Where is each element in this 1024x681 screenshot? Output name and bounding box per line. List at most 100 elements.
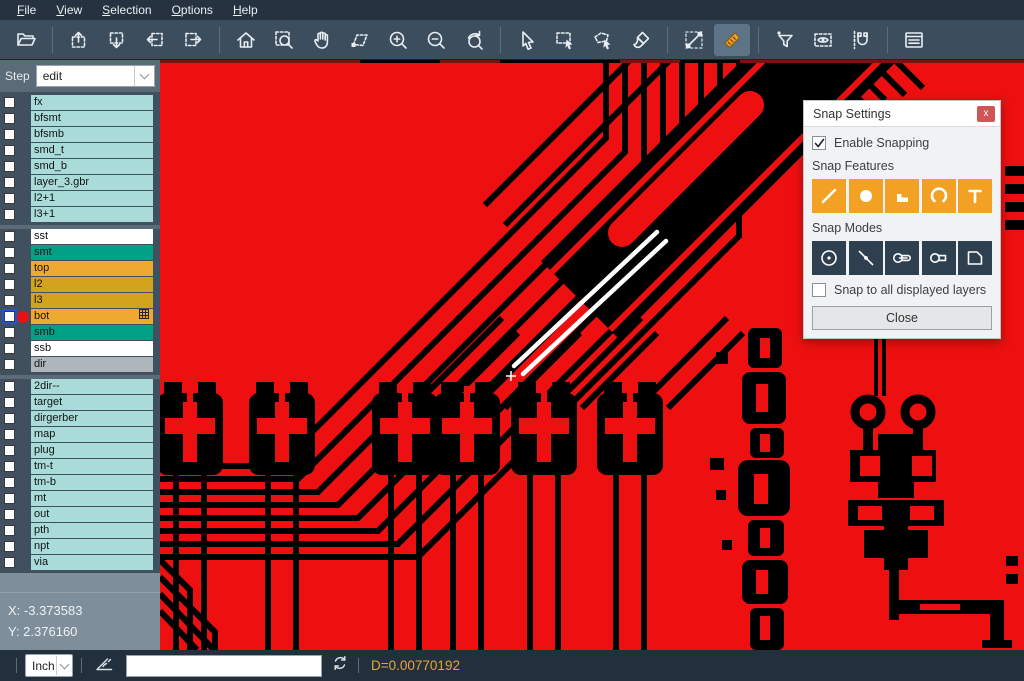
layer-label[interactable]: bfsmb — [31, 127, 153, 142]
select-button[interactable] — [509, 24, 545, 56]
snap-feature-circle-button[interactable] — [849, 179, 883, 213]
layer-checkbox[interactable] — [4, 493, 15, 504]
layer-checkbox[interactable] — [4, 311, 15, 322]
layer-label[interactable]: top — [31, 261, 153, 276]
layer-label[interactable]: pth — [31, 523, 153, 538]
layer-checkbox[interactable] — [4, 429, 15, 440]
layer-checkbox[interactable] — [4, 209, 15, 220]
measure-ruler-button[interactable] — [714, 24, 750, 56]
home-view-button[interactable] — [228, 24, 264, 56]
grid-icon[interactable] — [139, 309, 149, 324]
menu-view[interactable]: View — [47, 1, 91, 19]
layer-checkbox[interactable] — [4, 381, 15, 392]
layer-checkbox[interactable] — [4, 295, 15, 306]
snap-feature-text-button[interactable] — [958, 179, 992, 213]
select-rectangle-button[interactable] — [547, 24, 583, 56]
measure-points-button[interactable] — [676, 24, 712, 56]
snap-mode-center-button[interactable] — [812, 241, 846, 275]
snap-mode-slot-button[interactable] — [885, 241, 919, 275]
layer-label[interactable]: out — [31, 507, 153, 522]
layer-label[interactable]: layer_3.gbr — [31, 175, 153, 190]
menu-help[interactable]: Help — [224, 1, 267, 19]
layer-label[interactable]: smt — [31, 245, 153, 260]
layer-checkbox[interactable] — [4, 129, 15, 140]
layer-checkbox[interactable] — [4, 231, 15, 242]
layer-label[interactable]: l2+1 — [31, 191, 153, 206]
layer-checkbox[interactable] — [4, 279, 15, 290]
zoom-window-button[interactable] — [266, 24, 302, 56]
layer-label[interactable]: map — [31, 427, 153, 442]
snap-feature-pad-button[interactable] — [885, 179, 919, 213]
layer-checkbox[interactable] — [4, 359, 15, 370]
zoom-previous-button[interactable] — [456, 24, 492, 56]
layer-checkbox[interactable] — [4, 145, 15, 156]
view-options-button[interactable] — [805, 24, 841, 56]
layer-checkbox[interactable] — [4, 557, 15, 568]
layer-label[interactable]: tm-t — [31, 459, 153, 474]
pan-button[interactable] — [304, 24, 340, 56]
angle-measure-icon[interactable] — [94, 653, 114, 678]
menu-options[interactable]: Options — [163, 1, 222, 19]
select-polygon-button[interactable] — [585, 24, 621, 56]
layer-checkbox[interactable] — [4, 161, 15, 172]
layer-checkbox[interactable] — [4, 263, 15, 274]
layer-label[interactable]: tm-b — [31, 475, 153, 490]
layer-label[interactable]: 2dir-- — [31, 379, 153, 394]
layer-label[interactable]: plug — [31, 443, 153, 458]
layer-label[interactable]: l3 — [31, 293, 153, 308]
menu-selection[interactable]: Selection — [93, 1, 160, 19]
snap-mode-midpoint-button[interactable] — [849, 241, 883, 275]
layer-checkbox[interactable] — [4, 477, 15, 488]
snap-feature-line-button[interactable] — [812, 179, 846, 213]
layer-label[interactable]: bfsmt — [31, 111, 153, 126]
snap-all-layers-checkbox[interactable] — [812, 283, 826, 297]
layer-label[interactable]: sst — [31, 229, 153, 244]
unit-select[interactable]: Inch — [25, 654, 73, 677]
move-up-button[interactable] — [61, 24, 97, 56]
enable-snapping-checkbox[interactable] — [812, 136, 826, 150]
snap-feature-arc-button[interactable] — [922, 179, 956, 213]
layer-label[interactable]: l2 — [31, 277, 153, 292]
layer-label[interactable]: smb — [31, 325, 153, 340]
layer-checkbox[interactable] — [4, 97, 15, 108]
layer-label[interactable]: l3+1 — [31, 207, 153, 222]
zoom-out-button[interactable] — [418, 24, 454, 56]
chevron-down-icon[interactable] — [56, 656, 72, 675]
layer-label[interactable]: dir — [31, 357, 153, 372]
layer-checkbox[interactable] — [4, 247, 15, 258]
move-down-button[interactable] — [99, 24, 135, 56]
layer-checkbox[interactable] — [4, 445, 15, 456]
chevron-down-icon[interactable] — [134, 66, 154, 86]
layer-checkbox[interactable] — [4, 541, 15, 552]
layer-checkbox[interactable] — [4, 461, 15, 472]
layer-checkbox[interactable] — [4, 525, 15, 536]
layer-label[interactable]: mt — [31, 491, 153, 506]
layer-label[interactable]: fx — [31, 95, 153, 110]
layer-label[interactable]: via — [31, 555, 153, 570]
layer-label[interactable]: target — [31, 395, 153, 410]
zoom-polygon-button[interactable] — [342, 24, 378, 56]
panel-button[interactable] — [896, 24, 932, 56]
layer-label[interactable]: smd_t — [31, 143, 153, 158]
layer-checkbox[interactable] — [4, 343, 15, 354]
layer-label[interactable]: smd_b — [31, 159, 153, 174]
measure-value-input[interactable] — [126, 655, 322, 677]
layer-checkbox[interactable] — [4, 509, 15, 520]
layer-label[interactable]: npt — [31, 539, 153, 554]
layer-checkbox[interactable] — [4, 113, 15, 124]
layer-label[interactable]: ssb — [31, 341, 153, 356]
move-left-button[interactable] — [137, 24, 173, 56]
snap-mode-polygon-button[interactable] — [958, 241, 992, 275]
layer-label[interactable]: bot — [31, 309, 153, 324]
menu-file[interactable]: File — [8, 1, 45, 19]
dialog-close-button[interactable]: x — [977, 106, 995, 122]
filter-button[interactable] — [767, 24, 803, 56]
layer-checkbox[interactable] — [4, 193, 15, 204]
snap-mode-slot-outline-button[interactable] — [922, 241, 956, 275]
move-right-button[interactable] — [175, 24, 211, 56]
layer-label[interactable]: dirgerber — [31, 411, 153, 426]
zoom-in-button[interactable] — [380, 24, 416, 56]
step-select[interactable]: edit — [36, 65, 155, 87]
layer-checkbox[interactable] — [4, 177, 15, 188]
dialog-title-bar[interactable]: Snap Settings x — [804, 101, 1000, 127]
